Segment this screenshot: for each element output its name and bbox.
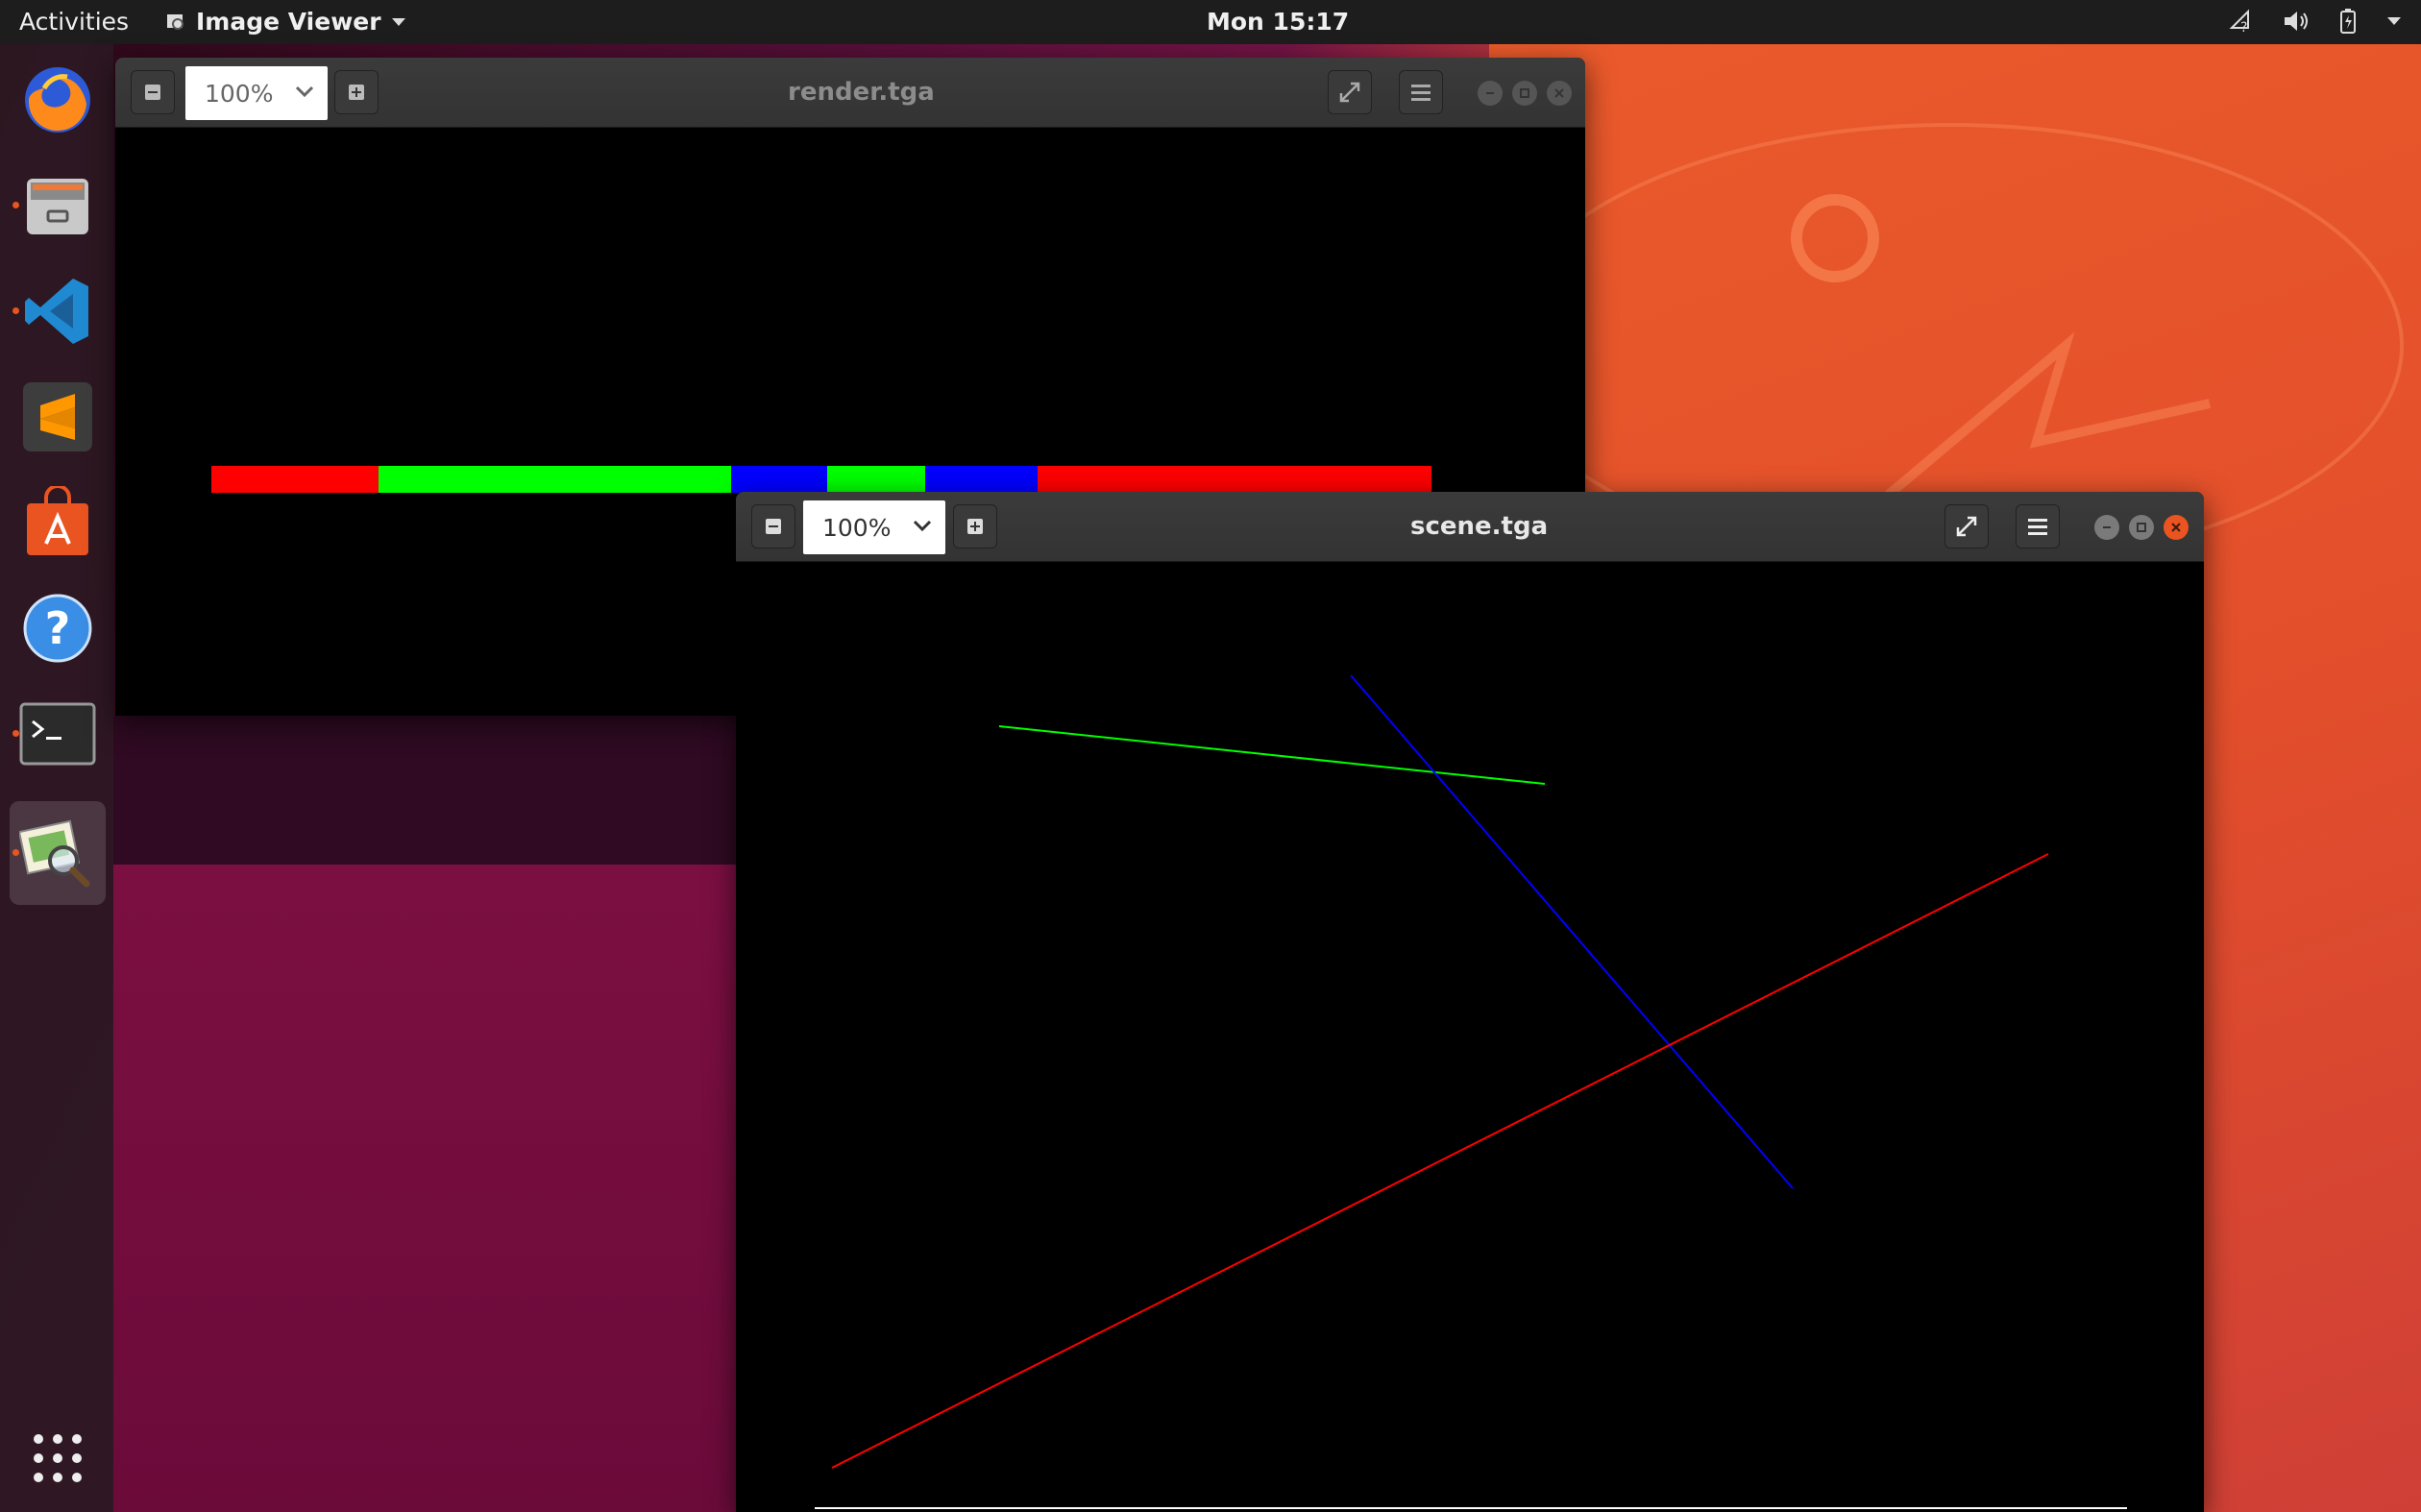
close-button[interactable] xyxy=(1547,81,1572,106)
maximize-icon xyxy=(2137,523,2146,532)
green-line xyxy=(998,725,1546,785)
zoom-level-value: 100% xyxy=(205,79,274,108)
app-menu-label: Image Viewer xyxy=(196,8,381,36)
minimize-button[interactable] xyxy=(1478,81,1503,106)
running-indicator xyxy=(12,849,19,856)
plus-icon xyxy=(349,85,364,100)
help-icon: ? xyxy=(23,594,92,663)
running-indicator xyxy=(12,202,19,208)
hamburger-icon xyxy=(1411,85,1431,101)
chevron-down-icon xyxy=(391,17,405,26)
color-strip-segment xyxy=(379,466,731,493)
wallpaper-purple-region xyxy=(113,865,786,1512)
wallpaper-dark-band xyxy=(113,716,786,865)
dock-item-vscode[interactable] xyxy=(10,263,106,359)
maximize-button[interactable] xyxy=(1512,81,1537,106)
window-scene[interactable]: 100% scene.tga xyxy=(736,492,2204,1512)
volume-icon xyxy=(2285,12,2308,31)
zoom-in-button[interactable] xyxy=(953,504,997,549)
dock-item-help[interactable]: ? xyxy=(10,580,106,676)
fullscreen-icon xyxy=(1956,516,1977,537)
dock-item-image-viewer[interactable] xyxy=(10,801,106,905)
vscode-icon xyxy=(25,279,88,344)
minimize-icon xyxy=(2103,526,2111,528)
zoom-in-button[interactable] xyxy=(334,70,379,114)
color-strip-segment xyxy=(827,466,925,493)
minus-icon xyxy=(145,85,160,100)
system-tray[interactable]: ? xyxy=(2229,8,2402,35)
zoom-out-button[interactable] xyxy=(131,70,175,114)
files-icon xyxy=(27,179,88,234)
battery-icon xyxy=(2340,9,2356,34)
terminal-icon xyxy=(19,702,96,766)
headerbar-scene: 100% scene.tga xyxy=(736,492,2204,562)
fullscreen-icon xyxy=(1339,82,1360,103)
activities-button[interactable]: Activities xyxy=(19,8,129,36)
dock-item-show-apps[interactable] xyxy=(10,1410,106,1506)
zoom-level-dropdown[interactable]: 100% xyxy=(185,66,328,120)
color-strip-segment xyxy=(1038,466,1431,493)
minimize-button[interactable] xyxy=(2094,515,2119,540)
scene-image-canvas xyxy=(736,562,2204,1512)
dock-item-terminal[interactable] xyxy=(10,686,106,782)
top-bar: Activities Image Viewer Mon 15:17 ? xyxy=(0,0,2421,44)
app-menu[interactable]: Image Viewer xyxy=(165,8,406,36)
hamburger-icon xyxy=(2028,519,2047,535)
dock-item-sublime[interactable] xyxy=(10,369,106,465)
maximize-button[interactable] xyxy=(2129,515,2154,540)
show-apps-icon xyxy=(34,1434,82,1482)
dock-item-firefox[interactable] xyxy=(10,52,106,148)
dock: ? xyxy=(0,44,113,1512)
running-indicator xyxy=(12,730,19,737)
svg-text:?: ? xyxy=(2240,20,2247,34)
headerbar-render: 100% render.tga xyxy=(115,58,1585,128)
clock[interactable]: Mon 15:17 xyxy=(1207,8,1349,36)
network-icon: ? xyxy=(2229,9,2249,34)
chevron-down-icon xyxy=(295,85,314,98)
chevron-down-icon xyxy=(913,520,932,532)
window-title: scene.tga xyxy=(1410,512,1549,541)
system-menu-chevron-icon xyxy=(2387,17,2401,25)
image-viewer-small-icon xyxy=(167,13,183,30)
image-viewer-icon xyxy=(19,819,90,888)
maximize-icon xyxy=(1520,88,1529,98)
color-strip-segment xyxy=(731,466,827,493)
color-strip-segment xyxy=(211,466,379,493)
red-line xyxy=(831,853,2049,1469)
close-button[interactable] xyxy=(2164,515,2189,540)
color-strip-segment xyxy=(925,466,1038,493)
window-title: render.tga xyxy=(788,78,935,107)
running-indicator xyxy=(12,307,19,314)
minus-icon xyxy=(766,519,781,534)
zoom-level-value: 100% xyxy=(822,513,892,542)
minimize-icon xyxy=(1486,92,1494,94)
menu-button[interactable] xyxy=(2016,504,2060,549)
dock-item-software-center[interactable] xyxy=(10,475,106,571)
sublime-icon xyxy=(23,382,92,451)
blue-line xyxy=(1350,674,1794,1189)
close-icon xyxy=(1554,88,1564,98)
close-icon xyxy=(2171,523,2181,532)
firefox-icon xyxy=(25,67,90,133)
dock-item-files[interactable] xyxy=(10,158,106,254)
zoom-level-dropdown[interactable]: 100% xyxy=(803,500,945,554)
plus-icon xyxy=(967,519,983,534)
menu-button[interactable] xyxy=(1399,70,1443,114)
fullscreen-button[interactable] xyxy=(1944,504,1989,549)
zoom-out-button[interactable] xyxy=(751,504,795,549)
color-strip xyxy=(211,466,1431,493)
svg-text:?: ? xyxy=(45,602,71,654)
fullscreen-button[interactable] xyxy=(1328,70,1372,114)
software-center-icon xyxy=(27,486,88,555)
